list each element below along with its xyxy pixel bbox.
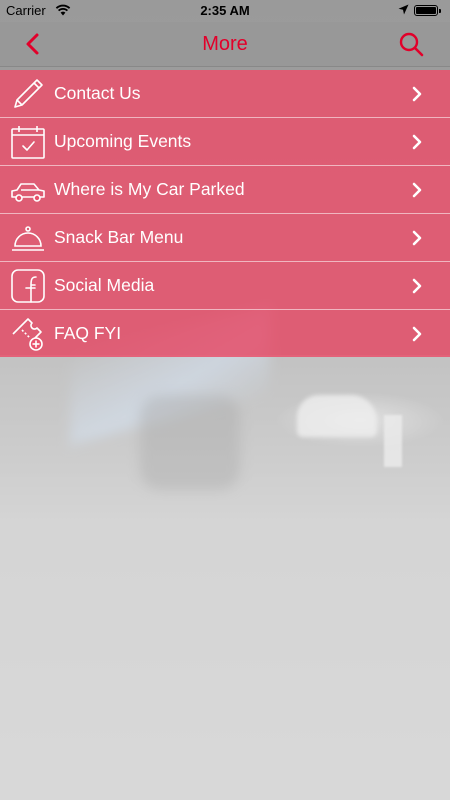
chevron-right-icon (412, 326, 422, 342)
menu-item-label: Upcoming Events (54, 131, 192, 151)
facebook-icon (11, 269, 45, 303)
menu-item-where-is-my-car-parked[interactable]: Where is My Car Parked (0, 166, 450, 214)
chevron-right-icon (412, 230, 422, 246)
calendar-check-icon (11, 126, 45, 159)
clock: 2:35 AM (200, 3, 250, 18)
menu-item-label: Contact Us (54, 83, 141, 103)
menu-item-contact-us[interactable]: Contact Us (0, 70, 450, 118)
more-menu-list: Contact Us Upcoming Events Where is My C… (0, 70, 450, 357)
menu-item-label: Where is My Car Parked (54, 179, 245, 199)
food-cloche-icon (12, 226, 44, 251)
chevron-right-icon (412, 278, 422, 294)
car-icon (11, 183, 45, 202)
menu-item-upcoming-events[interactable]: Upcoming Events (0, 118, 450, 166)
chevron-right-icon (412, 86, 422, 102)
menu-item-label: Social Media (54, 275, 155, 295)
chevron-right-icon (412, 182, 422, 198)
battery-icon (414, 5, 441, 16)
status-bar: Carrier 2:35 AM (0, 0, 450, 22)
menu-item-faq-fyi[interactable]: FAQ FYI (0, 310, 450, 357)
menu-item-snack-bar-menu[interactable]: Snack Bar Menu (0, 214, 450, 262)
navigation-bar: More (0, 22, 450, 67)
search-icon[interactable] (398, 31, 424, 57)
ticket-add-icon (12, 318, 43, 351)
location-arrow-icon (398, 4, 409, 15)
chevron-right-icon (412, 134, 422, 150)
pencil-icon (14, 79, 43, 108)
menu-item-label: FAQ FYI (54, 323, 122, 343)
menu-item-label: Snack Bar Menu (54, 227, 184, 247)
page-title: More (202, 33, 248, 55)
menu-item-social-media[interactable]: Social Media (0, 262, 450, 310)
background-haze (0, 355, 450, 800)
